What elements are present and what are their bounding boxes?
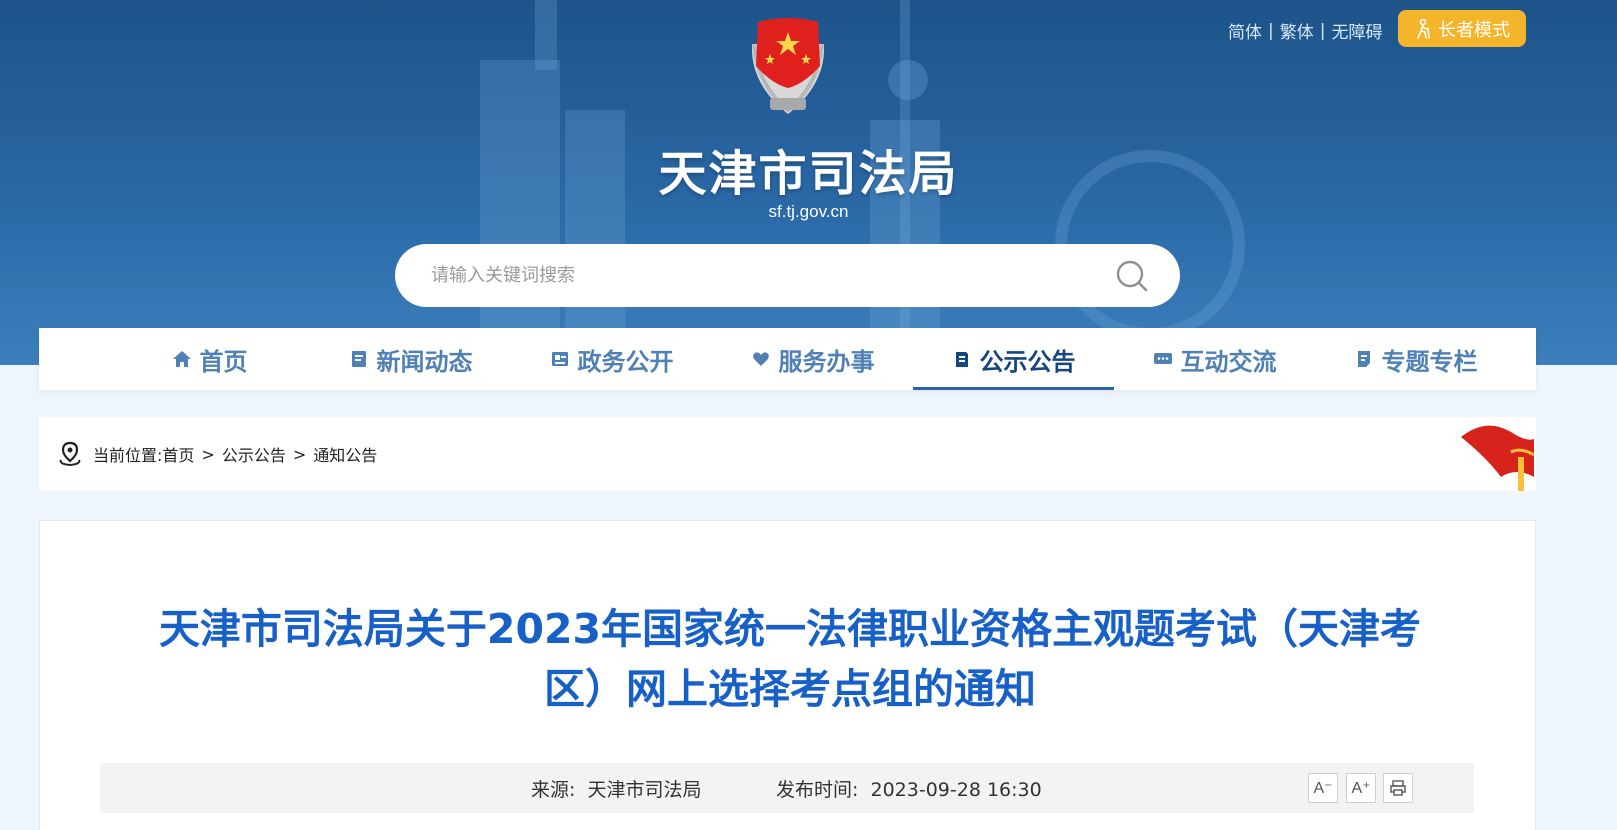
- site-url: sf.tj.gov.cn: [768, 202, 849, 221]
- red-flag-icon: [1461, 425, 1535, 491]
- notice-icon: [955, 352, 968, 367]
- government-icon: [551, 352, 568, 366]
- breadcrumb-prefix: 当前位置:: [93, 446, 163, 465]
- nav-label: 专题专栏: [1381, 347, 1478, 376]
- nav-item-topics[interactable]: 专题专栏: [1315, 328, 1516, 390]
- font-smaller-button[interactable]: A⁻: [1308, 773, 1338, 803]
- service-icon: [752, 352, 769, 366]
- elder-mode-label: 长者模式: [1438, 19, 1510, 41]
- search-input[interactable]: [431, 265, 1114, 286]
- article-meta: 来源: 天津市司法局 发布时间: 2023-09-28 16:30 A⁻ A⁺: [100, 763, 1474, 813]
- nav-item-notice[interactable]: 公示公告: [913, 328, 1114, 390]
- breadcrumb-separator: >: [292, 444, 307, 464]
- nav-label: 服务办事: [778, 347, 875, 376]
- print-button[interactable]: [1383, 773, 1413, 803]
- nav-item-government[interactable]: 政务公开: [511, 328, 712, 390]
- article-title-line: 区）网上选择考点组的通知: [544, 665, 1036, 713]
- breadcrumb-separator: >: [201, 444, 215, 464]
- elder-icon: [1417, 18, 1430, 39]
- header-banner: 简体 | 繁体 | 无障碍 长者模式 天津市司法局 sf.tj.gov.cn: [0, 0, 1617, 365]
- article-time: 发布时间: 2023-09-28 16:30: [776, 775, 1042, 802]
- nav-item-service[interactable]: 服务办事: [712, 328, 913, 390]
- top-links: 简体 | 繁体 | 无障碍: [1228, 18, 1382, 44]
- search-bar: [395, 244, 1180, 307]
- home-icon: [172, 351, 191, 367]
- breadcrumb: 当前位置: 首页 > 公示公告 > 通知公告: [39, 417, 1536, 491]
- font-larger-button[interactable]: A⁺: [1346, 773, 1376, 803]
- breadcrumb-home[interactable]: 首页: [162, 442, 194, 466]
- nav-label: 首页: [199, 347, 248, 376]
- justice-emblem-icon: [751, 18, 825, 114]
- link-traditional[interactable]: 繁体: [1280, 18, 1314, 43]
- nav-label: 公示公告: [979, 347, 1076, 376]
- separator: |: [1319, 20, 1326, 41]
- nav-label: 互动交流: [1180, 347, 1277, 376]
- article-source: 来源: 天津市司法局: [531, 775, 702, 802]
- source-value: 天津市司法局: [587, 778, 702, 801]
- link-simplified[interactable]: 简体: [1228, 18, 1262, 43]
- nav-item-news[interactable]: 新闻动态: [310, 328, 511, 390]
- print-icon: [1390, 780, 1406, 796]
- site-title: 天津市司法局: [658, 146, 959, 202]
- nav-item-interaction[interactable]: 互动交流: [1114, 328, 1315, 390]
- nav-label: 政务公开: [577, 347, 674, 376]
- separator: |: [1268, 20, 1274, 41]
- time-value: 2023-09-28 16:30: [870, 778, 1042, 801]
- time-label: 发布时间:: [776, 778, 859, 801]
- elder-mode-button[interactable]: 长者模式: [1398, 10, 1526, 47]
- search-icon[interactable]: [1114, 258, 1150, 294]
- tower-silhouette: [888, 60, 928, 100]
- topic-icon: [1357, 351, 1370, 367]
- breadcrumb-notifications[interactable]: 通知公告: [313, 442, 377, 466]
- news-icon: [351, 351, 366, 367]
- breadcrumb-notice[interactable]: 公示公告: [222, 442, 286, 466]
- link-accessibility[interactable]: 无障碍: [1331, 18, 1382, 43]
- source-label: 来源:: [531, 778, 576, 801]
- nav-item-home[interactable]: 首页: [109, 328, 310, 390]
- building-silhouette: [535, 0, 557, 70]
- article-panel: 天津市司法局关于2023年国家统一法律职业资格主观题考试（天津考 区）网上选择考…: [39, 520, 1536, 830]
- nav-label: 新闻动态: [376, 347, 473, 376]
- article-title-line: 天津市司法局关于2023年国家统一法律职业资格主观题考试（天津考: [158, 605, 1422, 653]
- location-pin-icon: [59, 441, 81, 467]
- main-nav: 首页 新闻动态 政务公开 服务办事 公示公告 互动交流 专题专栏: [39, 328, 1536, 390]
- article-title: 天津市司法局关于2023年国家统一法律职业资格主观题考试（天津考 区）网上选择考…: [100, 599, 1480, 719]
- chat-icon: [1153, 353, 1172, 364]
